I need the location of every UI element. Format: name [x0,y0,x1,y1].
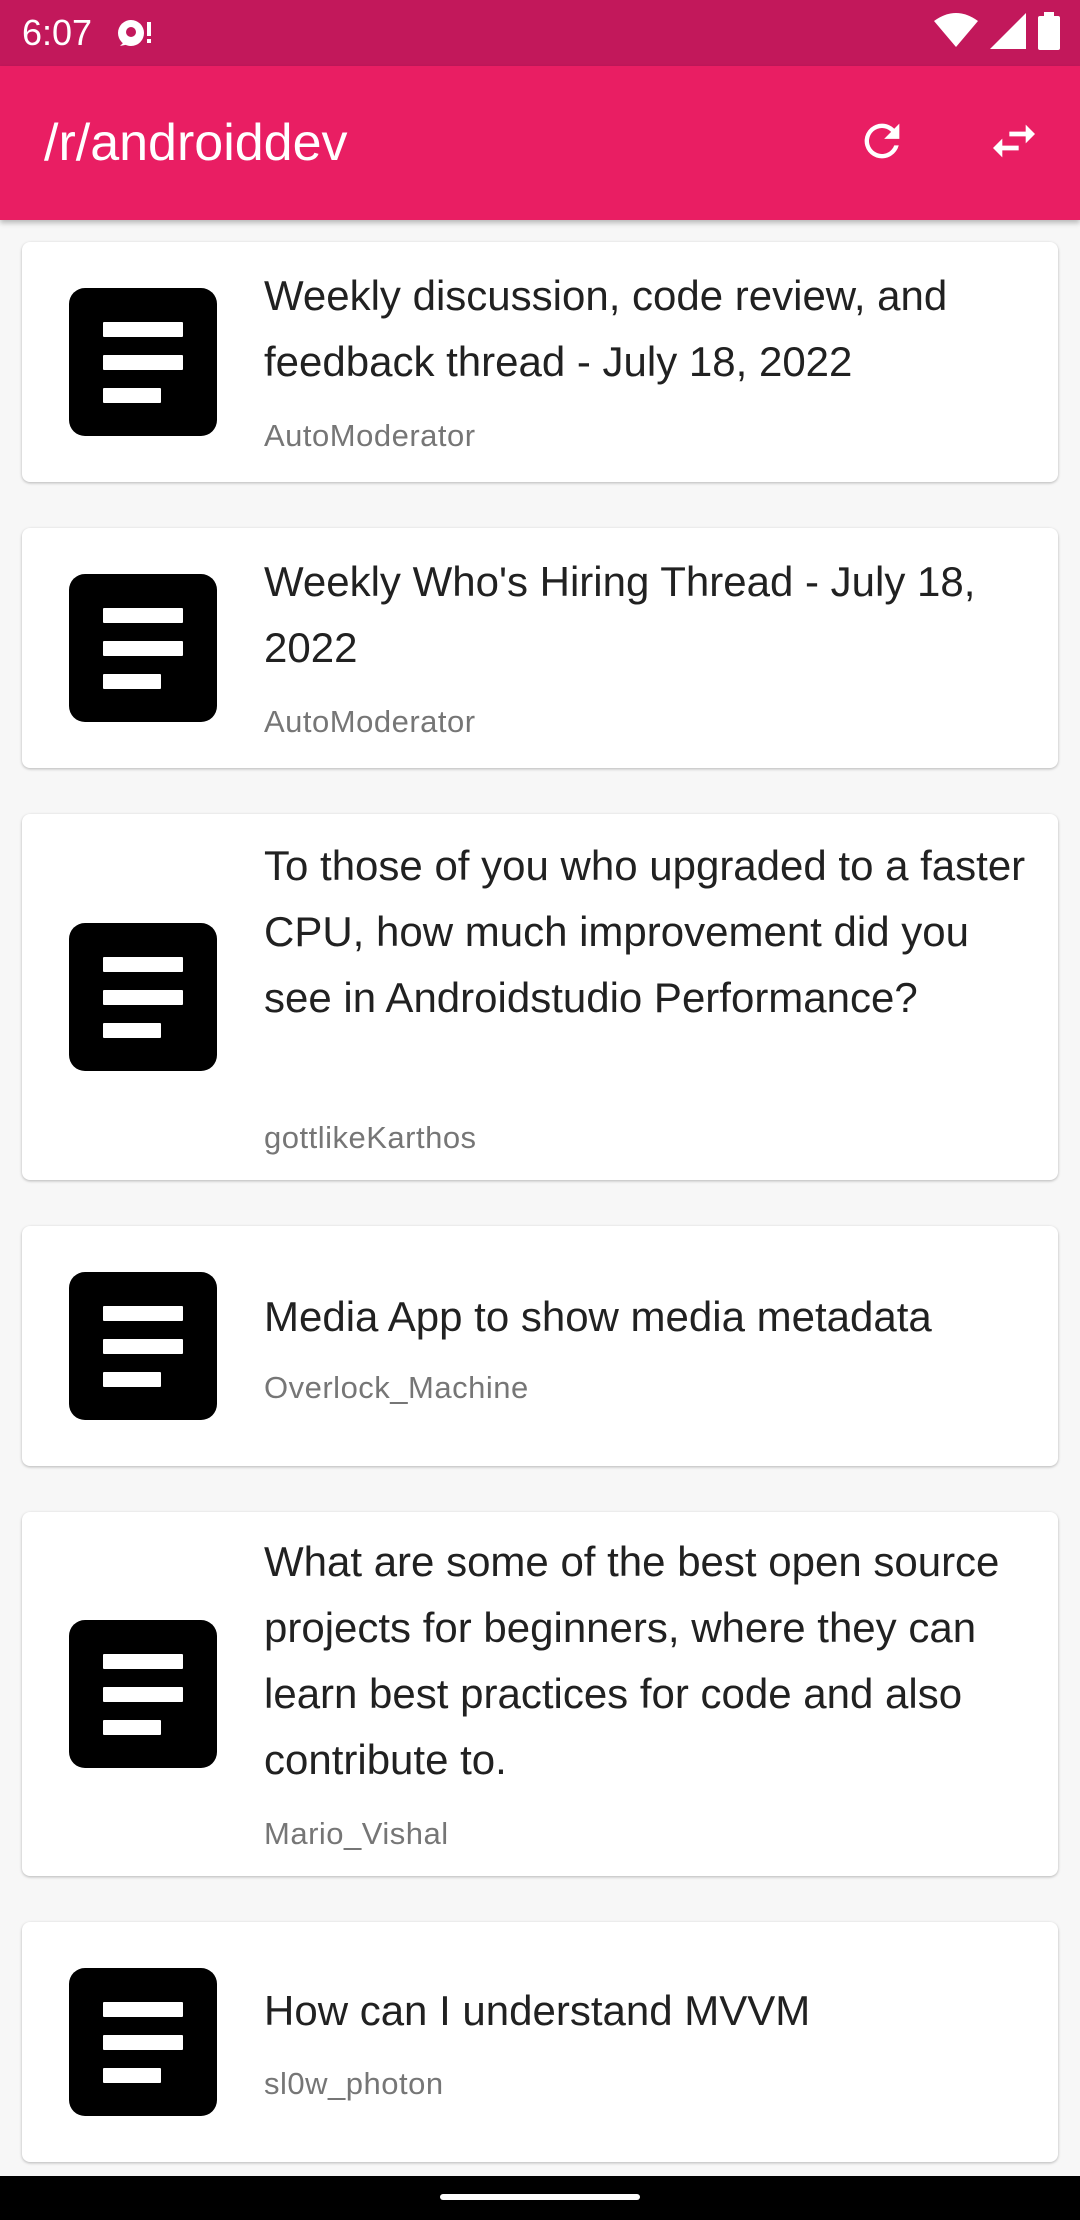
post-card[interactable]: How can I understand MVVM sl0w_photon [22,1922,1058,2162]
home-handle[interactable] [440,2194,640,2200]
status-bar: 6:07 [0,0,1080,66]
post-card[interactable]: Weekly Who's Hiring Thread - July 18, 20… [22,528,1058,768]
post-author: AutoModerator [264,418,476,453]
text-post-icon [69,1620,217,1768]
swap-button[interactable] [982,111,1046,175]
post-author: AutoModerator [264,704,476,739]
refresh-button[interactable] [850,111,914,175]
post-title: How can I understand MVVM [264,1987,811,2034]
post-title: To those of you who upgraded to a faster… [264,842,1026,1021]
text-post-icon [69,288,217,436]
post-title: What are some of the best open source pr… [264,1538,1000,1783]
signal-icon [990,12,1026,54]
post-card[interactable]: To those of you who upgraded to a faster… [22,814,1058,1180]
app-bar: /r/androiddev [0,66,1080,220]
text-post-icon [69,1968,217,2116]
page-title: /r/androiddev [44,114,348,172]
wifi-icon [934,12,978,54]
post-title: Media App to show media metadata [264,1293,932,1340]
text-post-icon [69,574,217,722]
text-post-icon [69,923,217,1071]
post-card[interactable]: What are some of the best open source pr… [22,1512,1058,1876]
notification-icon [116,16,152,50]
text-post-icon [69,1272,217,1420]
refresh-icon [856,115,908,172]
post-author: gottlikeKarthos [264,1120,477,1155]
status-time: 6:07 [22,12,93,53]
post-title: Weekly Who's Hiring Thread - July 18, 20… [264,558,976,671]
navigation-bar [0,2176,1080,2220]
post-title: Weekly discussion, code review, and feed… [264,272,948,385]
post-card[interactable]: Media App to show media metadata Overloc… [22,1226,1058,1466]
battery-icon [1038,11,1060,55]
post-author: Mario_Vishal [264,1816,449,1851]
post-author: Overlock_Machine [264,1370,529,1405]
post-author: sl0w_photon [264,2066,444,2101]
swap-icon [986,113,1042,174]
post-card[interactable]: Weekly discussion, code review, and feed… [22,242,1058,482]
